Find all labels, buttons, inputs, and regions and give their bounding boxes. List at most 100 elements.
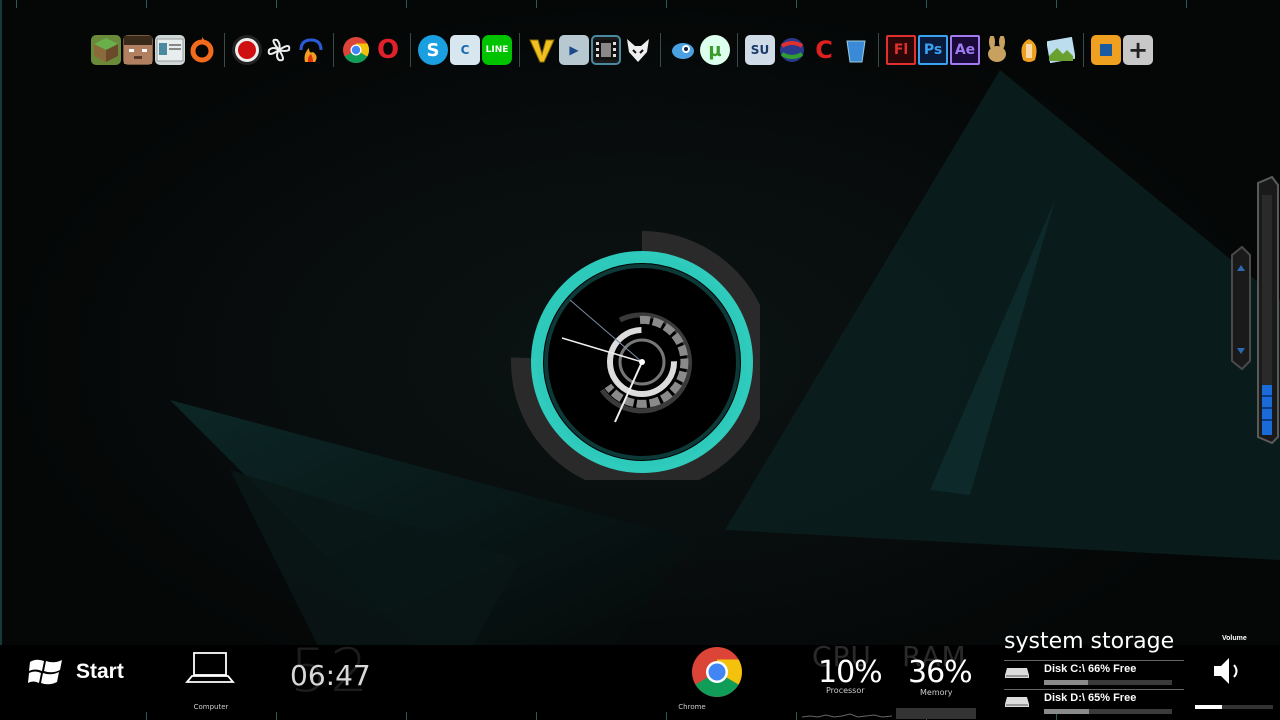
flash-icon[interactable]: Fl bbox=[886, 35, 916, 65]
frame-tick bbox=[406, 0, 407, 8]
separator bbox=[1004, 689, 1184, 690]
analog-clock-widget bbox=[511, 231, 760, 480]
frame-tick bbox=[276, 0, 277, 8]
frame-tick bbox=[1056, 0, 1057, 8]
storage-title: system storage bbox=[1004, 629, 1175, 654]
volume-slider-fill bbox=[1195, 705, 1223, 709]
dock-group: Fl Ps Ae bbox=[885, 35, 1077, 65]
landscape-icon[interactable] bbox=[1046, 35, 1076, 65]
speaker-icon bbox=[1214, 658, 1238, 684]
disk-c-row[interactable]: Disk C:\ 66% Free bbox=[1004, 660, 1184, 689]
dock-group: O bbox=[340, 35, 404, 65]
ccleaner-icon[interactable]: C bbox=[809, 35, 839, 65]
side-slider-widget[interactable] bbox=[1228, 175, 1280, 445]
disk-c-fill bbox=[1044, 680, 1088, 685]
drive-icon bbox=[1005, 668, 1029, 678]
virtualbox-icon[interactable] bbox=[1091, 35, 1121, 65]
cpu-usage-value: 10% bbox=[818, 655, 883, 690]
ram-usage-label: Memory bbox=[920, 688, 953, 697]
globe-icon[interactable] bbox=[777, 35, 807, 65]
record-icon[interactable] bbox=[232, 35, 262, 65]
disk-d-fill bbox=[1044, 709, 1089, 714]
dock-separator bbox=[1083, 33, 1084, 67]
frame-tick bbox=[666, 0, 667, 8]
bucket-icon[interactable] bbox=[841, 35, 871, 65]
chrome-icon[interactable] bbox=[341, 35, 371, 65]
v-app-icon[interactable] bbox=[527, 35, 557, 65]
dock-separator bbox=[660, 33, 661, 67]
taskbar-tick bbox=[796, 712, 797, 720]
volume-slider[interactable] bbox=[1195, 705, 1273, 709]
start-label: Start bbox=[76, 660, 124, 683]
separator bbox=[1004, 660, 1184, 661]
disk-d-bar bbox=[1044, 709, 1172, 714]
volume-button[interactable] bbox=[1212, 654, 1244, 692]
drive-icon bbox=[1005, 697, 1029, 707]
dock-group: SU C bbox=[744, 35, 872, 65]
frame-tick bbox=[796, 0, 797, 8]
chrome-icon bbox=[692, 647, 742, 697]
start-button[interactable]: Start bbox=[28, 655, 124, 689]
disk-c-bar bbox=[1044, 680, 1172, 685]
su-icon[interactable]: SU bbox=[745, 35, 775, 65]
dock-separator bbox=[737, 33, 738, 67]
disk-c-text: Disk C:\ 66% Free bbox=[1044, 663, 1137, 675]
chrome-taskbar-button[interactable] bbox=[690, 645, 744, 703]
dock-separator bbox=[519, 33, 520, 67]
dock-group: + bbox=[1090, 35, 1154, 65]
clock-time: 06:47 bbox=[290, 659, 371, 692]
after-effects-icon[interactable]: Ae bbox=[950, 35, 980, 65]
frame-tick bbox=[1186, 0, 1187, 8]
taskbar-tick bbox=[146, 712, 147, 720]
photoshop-icon[interactable]: Ps bbox=[918, 35, 948, 65]
cpu-graph bbox=[802, 705, 892, 719]
rabbit-icon[interactable] bbox=[982, 35, 1012, 65]
dock-separator bbox=[333, 33, 334, 67]
dock-group: ▶ bbox=[526, 35, 654, 65]
dock-group bbox=[231, 35, 327, 65]
audio-flame-icon[interactable] bbox=[296, 35, 326, 65]
ram-graph bbox=[896, 708, 976, 719]
bird-icon[interactable] bbox=[668, 35, 698, 65]
minecraft-icon[interactable] bbox=[91, 35, 121, 65]
dock-group: µ bbox=[667, 35, 731, 65]
taskbar-tick bbox=[406, 712, 407, 720]
skype-icon[interactable]: S bbox=[418, 35, 448, 65]
app-window-icon[interactable] bbox=[155, 35, 185, 65]
windows-logo-icon bbox=[28, 659, 62, 685]
fox-icon[interactable] bbox=[623, 35, 653, 65]
frame-tick bbox=[16, 0, 17, 8]
opera-icon[interactable]: O bbox=[373, 35, 403, 65]
dock-separator bbox=[878, 33, 879, 67]
disk-d-row[interactable]: Disk D:\ 65% Free bbox=[1004, 689, 1184, 718]
ram-usage-value: 36% bbox=[908, 655, 973, 690]
computer-shortcut[interactable] bbox=[185, 650, 235, 690]
app-dock: O S C LINE ▶ µ SU C Fl Ps Ae + bbox=[90, 30, 1154, 70]
player-icon[interactable]: ▶ bbox=[559, 35, 589, 65]
dock-separator bbox=[410, 33, 411, 67]
taskbar-tick bbox=[276, 712, 277, 720]
line-icon[interactable]: LINE bbox=[482, 35, 512, 65]
film-icon[interactable] bbox=[591, 35, 621, 65]
frame-tick bbox=[0, 0, 2, 720]
steve-icon[interactable] bbox=[123, 35, 153, 65]
taskbar-tick bbox=[536, 712, 537, 720]
chrome-label: Chrome bbox=[678, 703, 706, 711]
dock-group bbox=[90, 35, 218, 65]
c-app-icon[interactable]: C bbox=[450, 35, 480, 65]
dock-group: S C LINE bbox=[417, 35, 513, 65]
add-icon[interactable]: + bbox=[1123, 35, 1153, 65]
utorrent-icon[interactable]: µ bbox=[700, 35, 730, 65]
cpu-usage-label: Processor bbox=[826, 686, 865, 695]
dock-separator bbox=[224, 33, 225, 67]
disk-d-text: Disk D:\ 65% Free bbox=[1044, 692, 1137, 704]
origin-icon[interactable] bbox=[187, 35, 217, 65]
fan-icon[interactable] bbox=[264, 35, 294, 65]
computer-label: Computer bbox=[193, 703, 229, 711]
frame-tick bbox=[926, 0, 927, 8]
frame-tick bbox=[536, 0, 537, 8]
laptop-icon bbox=[185, 652, 235, 683]
taskbar-tick bbox=[666, 712, 667, 720]
fruity-loops-icon[interactable] bbox=[1014, 35, 1044, 65]
volume-label: Volume bbox=[1222, 635, 1247, 642]
